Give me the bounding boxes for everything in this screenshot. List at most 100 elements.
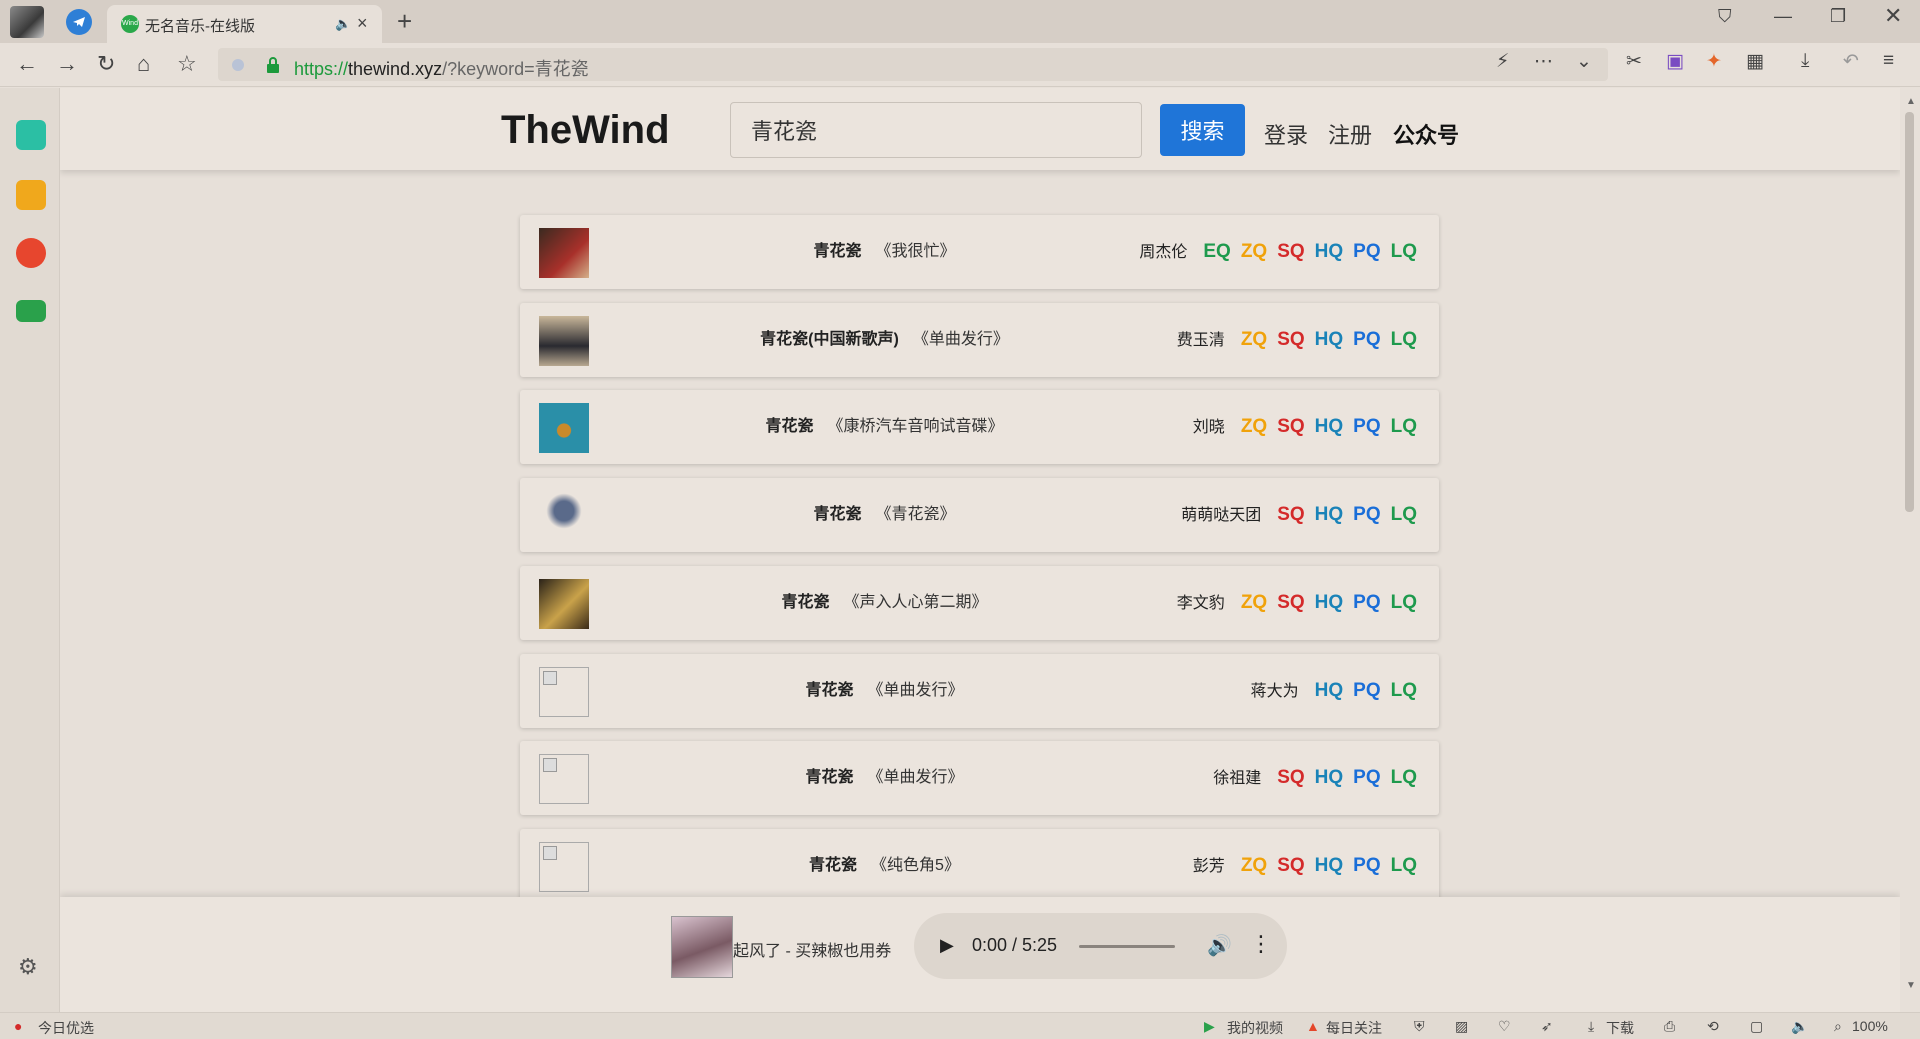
heartbeat-icon[interactable]: ♡ <box>1498 1018 1511 1035</box>
minimize-icon[interactable]: — <box>1774 6 1792 27</box>
quality-link-zq[interactable]: ZQ <box>1241 329 1267 350</box>
quality-link-hq[interactable]: HQ <box>1315 329 1344 350</box>
site-logo[interactable]: TheWind <box>501 108 670 153</box>
forward-icon[interactable]: → <box>56 51 78 77</box>
pinned-tab-telegram-icon[interactable] <box>66 9 92 35</box>
quality-link-lq[interactable]: LQ <box>1391 680 1417 701</box>
quality-link-lq[interactable]: LQ <box>1391 767 1417 788</box>
play-icon[interactable]: ▶ <box>940 935 954 956</box>
song-row[interactable]: 青花瓷(中国新歌声) 《单曲发行》 费玉清 ZQ SQ HQ PQ LQ <box>520 302 1439 377</box>
song-info[interactable]: 青花瓷(中国新歌声) 《单曲发行》 <box>610 303 1159 377</box>
shield-icon[interactable]: ⛨ <box>1414 1018 1425 1035</box>
translate-icon[interactable]: ▣ <box>1666 50 1684 73</box>
scissors-icon[interactable]: ✂ <box>1626 50 1642 73</box>
tab-close-icon[interactable]: × <box>357 13 368 34</box>
favorites-icon[interactable]: ☆ <box>177 51 197 77</box>
register-link[interactable]: 注册 <box>1328 118 1372 150</box>
rocket-icon[interactable]: ➶ <box>1541 1018 1553 1035</box>
song-row[interactable]: 青花瓷 《青花瓷》 萌萌哒天团 SQ HQ PQ LQ <box>520 478 1439 553</box>
sidebar-plus-icon[interactable] <box>16 120 46 150</box>
tab-active[interactable]: Wind 无名音乐-在线版 🔈 × <box>107 5 382 43</box>
song-row[interactable]: 青花瓷 《单曲发行》 徐祖建 SQ HQ PQ LQ <box>520 741 1439 816</box>
quality-link-sq[interactable]: SQ <box>1277 241 1304 262</box>
more-options-icon[interactable]: ⋮ <box>1250 931 1272 957</box>
song-title[interactable]: 青花瓷 <box>805 682 853 699</box>
quality-link-sq[interactable]: SQ <box>1277 767 1304 788</box>
quality-link-sq[interactable]: SQ <box>1277 416 1304 437</box>
song-title[interactable]: 青花瓷 <box>805 769 853 786</box>
sidebar-mail-icon[interactable] <box>16 300 46 322</box>
quality-link-hq[interactable]: HQ <box>1315 416 1344 437</box>
quality-link-pq[interactable]: PQ <box>1353 504 1380 525</box>
song-info[interactable]: 青花瓷 《单曲发行》 <box>610 654 1159 728</box>
clean-icon[interactable]: ⟲ <box>1707 1018 1719 1035</box>
quality-link-pq[interactable]: PQ <box>1353 416 1380 437</box>
quality-link-sq[interactable]: SQ <box>1277 329 1304 350</box>
official-account-link[interactable]: 公众号 <box>1393 118 1459 150</box>
quality-link-sq[interactable]: SQ <box>1277 855 1304 876</box>
quality-link-sq[interactable]: SQ <box>1277 504 1304 525</box>
song-title[interactable]: 青花瓷 <box>809 857 857 874</box>
back-icon[interactable]: ← <box>16 51 38 77</box>
restore-icon[interactable]: ❐ <box>1830 6 1846 27</box>
download-link[interactable]: 下载 <box>1606 1018 1634 1038</box>
quality-link-pq[interactable]: PQ <box>1353 329 1380 350</box>
quality-link-lq[interactable]: LQ <box>1391 241 1417 262</box>
image-icon[interactable]: ▨ <box>1455 1018 1468 1035</box>
url-text[interactable]: https://thewind.xyz/?keyword=青花瓷 <box>294 55 589 81</box>
song-info[interactable]: 青花瓷 《康桥汽车音响试音碟》 <box>610 390 1159 464</box>
download-icon[interactable]: ⤓ <box>1801 50 1809 72</box>
quality-link-pq[interactable]: PQ <box>1353 592 1380 613</box>
chevron-down-icon[interactable]: ⌄ <box>1576 50 1592 73</box>
window-close-icon[interactable]: ✕ <box>1884 3 1902 29</box>
song-row[interactable]: 青花瓷 《声入人心第二期》 李文豹 ZQ SQ HQ PQ LQ <box>520 565 1439 640</box>
quality-link-hq[interactable]: HQ <box>1315 680 1344 701</box>
progress-slider[interactable] <box>1079 945 1175 948</box>
quality-link-sq[interactable]: SQ <box>1277 592 1304 613</box>
home-icon[interactable]: ⌂ <box>137 51 150 77</box>
lightning-icon[interactable]: ⚡ <box>1496 50 1509 73</box>
scrollbar-thumb[interactable] <box>1905 112 1914 512</box>
song-info[interactable]: 青花瓷 《单曲发行》 <box>610 741 1159 815</box>
song-row[interactable]: 青花瓷 《我很忙》 周杰伦 EQ ZQ SQ HQ PQ LQ <box>520 215 1439 289</box>
shirt-skin-icon[interactable]: ⛉ <box>1718 6 1732 27</box>
quality-link-hq[interactable]: HQ <box>1315 855 1344 876</box>
song-info[interactable]: 青花瓷 《我很忙》 <box>610 215 1159 289</box>
undo-icon[interactable]: ↶ <box>1843 50 1859 73</box>
today-pick-link[interactable]: 今日优选 <box>38 1018 94 1038</box>
sidebar-star-icon[interactable] <box>16 180 46 210</box>
daily-follow-link[interactable]: 每日关注 <box>1326 1018 1382 1038</box>
quality-link-lq[interactable]: LQ <box>1391 855 1417 876</box>
quality-link-lq[interactable]: LQ <box>1391 329 1417 350</box>
song-row[interactable]: 青花瓷 《康桥汽车音响试音碟》 刘晓 ZQ SQ HQ PQ LQ <box>520 390 1439 465</box>
zoom-level[interactable]: 100% <box>1852 1018 1888 1034</box>
quality-link-eq[interactable]: EQ <box>1203 241 1230 262</box>
quality-link-zq[interactable]: ZQ <box>1241 241 1267 262</box>
quality-link-lq[interactable]: LQ <box>1391 504 1417 525</box>
window-icon[interactable]: ▢ <box>1750 1018 1763 1035</box>
quality-link-hq[interactable]: HQ <box>1315 592 1344 613</box>
quality-link-zq[interactable]: ZQ <box>1241 855 1267 876</box>
song-info[interactable]: 青花瓷 《声入人心第二期》 <box>610 566 1159 640</box>
settings-gear-icon[interactable]: ⚙ <box>18 954 38 980</box>
quality-link-pq[interactable]: PQ <box>1353 241 1380 262</box>
song-title[interactable]: 青花瓷 <box>781 594 829 611</box>
quality-link-pq[interactable]: PQ <box>1353 767 1380 788</box>
quality-link-hq[interactable]: HQ <box>1315 241 1344 262</box>
song-info[interactable]: 青花瓷 《纯色角5》 <box>610 829 1159 903</box>
user-avatar[interactable] <box>10 6 44 38</box>
scroll-up-icon[interactable]: ▲ <box>1906 96 1916 107</box>
address-bar[interactable]: https://thewind.xyz/?keyword=青花瓷 <box>218 48 1608 81</box>
login-link[interactable]: 登录 <box>1264 118 1308 150</box>
quality-link-pq[interactable]: PQ <box>1353 855 1380 876</box>
song-title[interactable]: 青花瓷 <box>765 418 813 435</box>
site-info-icon[interactable] <box>232 59 244 71</box>
quality-link-hq[interactable]: HQ <box>1315 504 1344 525</box>
quality-link-zq[interactable]: ZQ <box>1241 592 1267 613</box>
menu-icon[interactable]: ≡ <box>1883 50 1894 72</box>
more-dots-icon[interactable]: ⋯ <box>1534 50 1553 73</box>
quality-link-zq[interactable]: ZQ <box>1241 416 1267 437</box>
volume-icon[interactable]: 🔊 <box>1207 933 1232 958</box>
song-info[interactable]: 青花瓷 《青花瓷》 <box>610 478 1159 552</box>
apps-grid-icon[interactable]: ▦ <box>1746 50 1764 73</box>
